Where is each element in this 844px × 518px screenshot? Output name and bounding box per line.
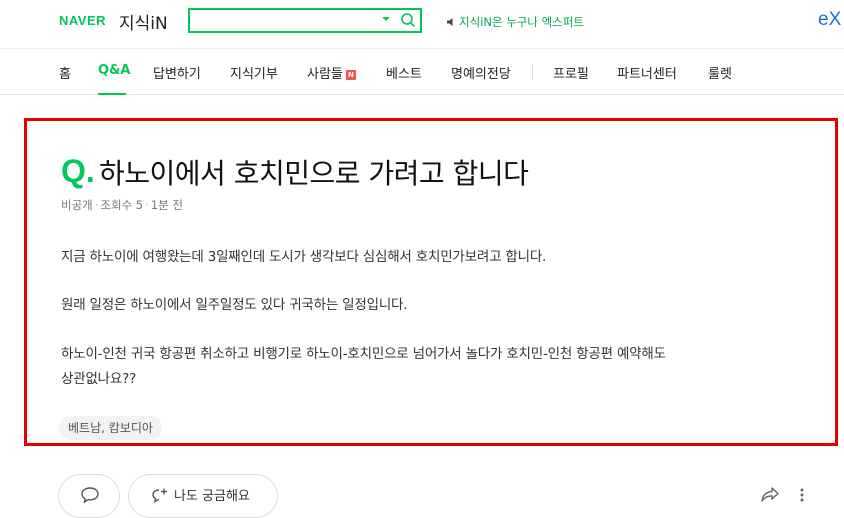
nav-best[interactable]: 베스트 (386, 63, 422, 82)
nav-qna[interactable]: Q&A (98, 63, 130, 78)
comment-plus-icon (152, 488, 167, 504)
question-meta: 비공개 · 조회수 5 · 1분 전 (61, 198, 183, 212)
share-icon[interactable] (760, 486, 780, 502)
chevron-down-icon[interactable] (381, 14, 391, 24)
top-header: NAVER 지식iN 지식iN은 누구나 엑스퍼트 eX (0, 0, 844, 48)
question-body-line: 하노이-인천 귀국 항공편 취소하고 비행기로 하노이-호치민으로 넘어가서 놀… (61, 346, 666, 362)
question-mark-label: Q. (61, 153, 95, 189)
question-title: 하노이에서 호치민으로 가려고 합니다 (99, 157, 529, 190)
question-card: Q. 하노이에서 호치민으로 가려고 합니다 비공개 · 조회수 5 · 1분 전 지금… (24, 118, 838, 446)
speaker-icon (447, 18, 453, 26)
me-too-curious-button[interactable]: 나도 궁금해요 (128, 474, 278, 518)
kin-logo[interactable]: 지식iN (119, 9, 168, 34)
author-label: 비공개 (61, 198, 93, 212)
nav-people-label: 사람들 (307, 67, 343, 82)
search-input[interactable] (194, 12, 378, 31)
nav-partner-center[interactable]: 파트너센터 (617, 63, 677, 82)
nav-home[interactable]: 홈 (59, 63, 71, 82)
category-tag[interactable]: 베트남, 캄보디아 (59, 416, 162, 440)
nav-answer[interactable]: 답변하기 (153, 63, 201, 82)
expert-logo[interactable]: eX (818, 9, 841, 31)
new-badge: N (345, 70, 356, 80)
question-body-line: 상관없나요?? (61, 371, 137, 387)
comment-button[interactable] (58, 474, 120, 518)
nav-hall-of-fame[interactable]: 명예의전당 (451, 63, 511, 82)
comment-icon (81, 487, 99, 504)
nav-divider (532, 65, 533, 79)
nav-donate[interactable]: 지식기부 (230, 63, 278, 82)
naver-logo[interactable]: NAVER (59, 13, 106, 28)
me-too-curious-label: 나도 궁금해요 (174, 489, 250, 504)
expert-notice-text: 지식iN은 누구나 엑스퍼트 (459, 15, 584, 29)
expert-notice-link[interactable]: 지식iN은 누구나 엑스퍼트 (446, 14, 584, 30)
search-box (188, 8, 422, 33)
search-icon[interactable] (400, 12, 416, 28)
nav-roulette[interactable]: 룰렛 (708, 63, 732, 82)
post-time: 1분 전 (150, 198, 183, 212)
question-body-line: 지금 하노이에 여행왔는데 3일째인데 도시가 생각보다 심심해서 호치민가보려… (61, 249, 547, 265)
nav-people[interactable]: 사람들 N (307, 63, 356, 82)
main-nav: 홈 Q&A 답변하기 지식기부 사람들 N 베스트 명예의전당 프로필 파트너센터… (0, 48, 844, 95)
nav-active-underline (98, 93, 126, 95)
more-options-icon[interactable] (800, 488, 804, 502)
nav-profile[interactable]: 프로필 (553, 63, 589, 82)
question-body-line: 원래 일정은 하노이에서 일주일정도 있다 귀국하는 일정입니다. (61, 297, 408, 313)
view-count: 조회수 5 (100, 198, 144, 212)
